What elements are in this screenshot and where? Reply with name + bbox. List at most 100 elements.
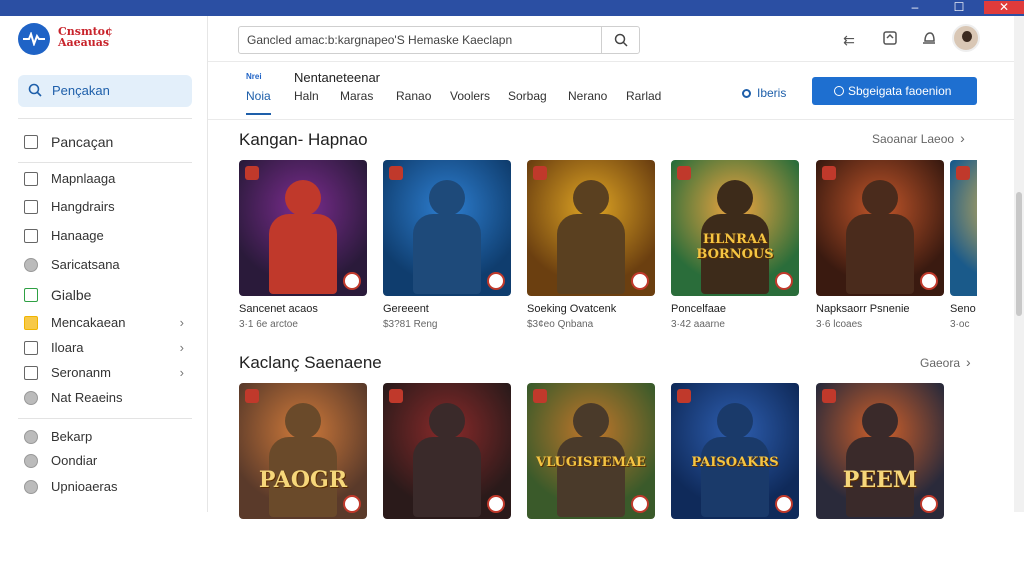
game-title[interactable]: Napksaorr Psnenie	[816, 303, 910, 315]
section-more-link-2[interactable]: Gaeora ›	[920, 354, 971, 370]
sidebar-item-12[interactable]: Upnioaeras	[24, 476, 194, 498]
tab-6[interactable]: Nerano	[568, 87, 607, 115]
game-title[interactable]: Soeking Ovatcenk	[527, 303, 616, 315]
brand-line-2: Aaeauas	[58, 36, 110, 49]
filter-icon	[742, 89, 751, 98]
tab-0[interactable]: Noia	[246, 87, 271, 115]
game-card[interactable]: Soeking Ovatcenk $3¢eo Qnbana	[527, 160, 655, 340]
character-body	[557, 437, 625, 517]
filter-link[interactable]: Iberis	[742, 84, 786, 102]
tag-icon	[245, 389, 259, 403]
game-card[interactable]: PAISOAKRS	[671, 383, 799, 563]
game-thumbnail[interactable]	[239, 160, 367, 296]
game-thumbnail[interactable]	[816, 160, 944, 296]
sidebar-item-10[interactable]: Bekarp	[24, 426, 194, 448]
tab-4[interactable]: Voolers	[450, 87, 490, 115]
game-thumbnail[interactable]: PAISOAKRS	[671, 383, 799, 519]
platform-badge-icon	[343, 495, 361, 513]
chevron-right-icon: ›	[179, 315, 184, 330]
minimize-button[interactable]: –	[900, 1, 930, 14]
game-title[interactable]: Seno	[950, 303, 976, 315]
sidebar-search-item[interactable]: Pençakan	[18, 75, 192, 107]
window-icon	[24, 366, 38, 380]
sidebar-item-2[interactable]: Hangdrairs	[24, 196, 194, 218]
tab-1[interactable]: Haln	[294, 87, 319, 115]
tab-2[interactable]: Maras	[340, 87, 373, 115]
tag-icon	[677, 389, 691, 403]
sidebar-item-0[interactable]: Pancaçan	[24, 131, 194, 153]
game-thumbnail[interactable]	[383, 160, 511, 296]
section-more-label: Gaeora	[920, 356, 961, 370]
sidebar-item-label: Gialbe	[51, 287, 92, 303]
game-card[interactable]: PAOGR	[239, 383, 367, 563]
character-head	[862, 403, 898, 439]
sidebar-item-label: Pancaçan	[51, 134, 114, 150]
tab-7[interactable]: Rarlad	[626, 87, 661, 115]
scrollbar[interactable]	[1014, 16, 1024, 512]
game-title[interactable]: Sancenet acaos	[239, 303, 318, 315]
sidebar-item-1[interactable]: Mapnlaaga	[24, 168, 194, 190]
box-icon[interactable]	[881, 31, 899, 49]
game-thumbnail[interactable]	[383, 383, 511, 519]
game-card[interactable]: HLNRAA BORNOUS Poncelfaae 3·42 aaarne	[671, 160, 799, 340]
sidebar-item-9[interactable]: Nat Reaeins	[24, 387, 194, 409]
sidebar-item-7[interactable]: Iloara ›	[24, 337, 194, 359]
game-card[interactable]: PEEM	[816, 383, 944, 563]
character-body	[413, 437, 481, 517]
scrollbar-thumb[interactable]	[1016, 192, 1022, 316]
search-button[interactable]	[601, 27, 639, 53]
maximize-button[interactable]: ☐	[944, 1, 974, 14]
game-thumbnail[interactable]: VLUGISFEMAE	[527, 383, 655, 519]
search-input[interactable]: Gancled amac:b:kargnapeo'S Hemaske Kaecl…	[238, 26, 640, 54]
divider	[18, 162, 192, 163]
game-thumbnail[interactable]	[527, 160, 655, 296]
tag-icon	[389, 166, 403, 180]
game-card[interactable]: Gereeent $3?81 Reng	[383, 160, 511, 340]
game-card[interactable]	[383, 383, 511, 563]
game-card[interactable]: Seno 3·oc	[950, 160, 977, 340]
brand-name: Cnsmto¢ Aaeauas	[58, 26, 113, 48]
character-head	[429, 403, 465, 439]
sidebar-item-8[interactable]: Seronanm ›	[24, 362, 194, 384]
game-card[interactable]: Napksaorr Psnenie 3·6 lcoaes	[816, 160, 944, 340]
game-thumbnail[interactable]: PAOGR	[239, 383, 367, 519]
arrows-icon[interactable]: ⇇	[840, 31, 858, 49]
avatar[interactable]	[952, 24, 980, 52]
game-logo-text: PAOGR	[258, 467, 348, 493]
tab-5[interactable]: Sorbag	[508, 87, 547, 115]
game-title[interactable]: Poncelfaae	[671, 303, 726, 315]
sidebar-item-label: Mencakaean	[51, 315, 126, 330]
divider	[18, 418, 192, 419]
character-head	[717, 403, 753, 439]
window-titlebar: – ☐ ✕	[0, 0, 1024, 16]
game-logo-text: PAISOAKRS	[691, 455, 779, 470]
sidebar-item-11[interactable]: Oondiar	[24, 450, 194, 472]
character-head	[573, 180, 609, 216]
section-more-link-1[interactable]: Saoanar Laeoo ›	[872, 130, 965, 146]
tag-icon	[822, 166, 836, 180]
sidebar-item-label: Hangdrairs	[51, 199, 115, 214]
game-logo-text: VLUGISFEMAE	[536, 455, 646, 470]
sidebar-item-3[interactable]: Hanaage	[24, 225, 194, 247]
game-card[interactable]: VLUGISFEMAE	[527, 383, 655, 563]
app-logo-icon[interactable]	[18, 23, 50, 55]
sidebar-item-5[interactable]: Gialbe	[24, 284, 194, 306]
game-card[interactable]: Sancenet acaos 3·1 6e arctoe	[239, 160, 367, 340]
primary-action-label: Sbgeigata faoenion	[848, 84, 952, 98]
sidebar-item-4[interactable]: Saricatsana	[24, 254, 194, 276]
sidebar-item-label: Hanaage	[51, 228, 104, 243]
sidebar-item-6[interactable]: Mencakaean ›	[24, 312, 194, 334]
game-thumbnail[interactable]: PEEM	[816, 383, 944, 519]
close-button[interactable]: ✕	[984, 1, 1024, 14]
primary-action-button[interactable]: Sbgeigata faoenion	[812, 77, 977, 105]
game-title[interactable]: Gereeent	[383, 303, 429, 315]
tag-icon	[533, 166, 547, 180]
circle-icon	[24, 480, 38, 494]
tab-bar: Nrei Nentaneteenar Noia Haln Maras Ranao…	[208, 62, 1024, 120]
platform-badge-icon	[920, 272, 938, 290]
game-thumbnail[interactable]: HLNRAA BORNOUS	[671, 160, 799, 296]
game-thumbnail[interactable]	[950, 160, 977, 296]
checkbox-icon	[24, 288, 38, 302]
bell-icon[interactable]	[920, 31, 938, 49]
tab-3[interactable]: Ranao	[396, 87, 431, 115]
